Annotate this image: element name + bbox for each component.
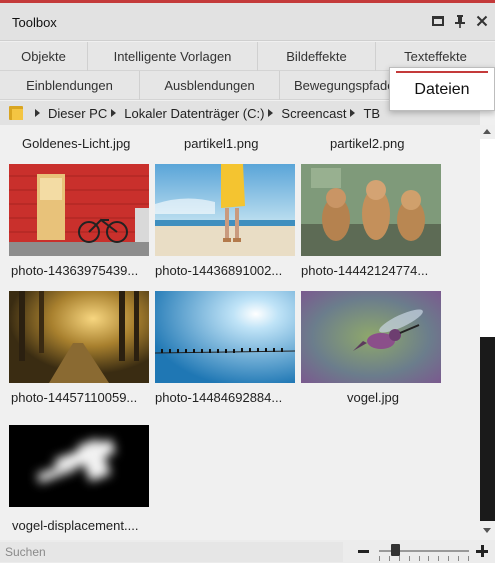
breadcrumb-item[interactable]: TB bbox=[363, 106, 380, 121]
close-icon[interactable] bbox=[475, 14, 489, 28]
window-title: Toolbox bbox=[12, 15, 57, 30]
scroll-down-icon[interactable] bbox=[483, 528, 491, 533]
vertical-scrollbar[interactable] bbox=[480, 125, 495, 540]
file-item[interactable]: photo-14436891002... bbox=[155, 164, 295, 282]
tab-bewegungspfade[interactable]: Bewegungspfade bbox=[280, 71, 390, 100]
breadcrumb-item[interactable]: Dieser PC bbox=[48, 106, 107, 121]
thumbnail-blurred-displacement[interactable] bbox=[9, 425, 149, 507]
pin-icon[interactable] bbox=[453, 14, 467, 28]
thumbnail-hummingbird[interactable] bbox=[301, 291, 441, 383]
file-name[interactable]: vogel-displacement.... bbox=[12, 518, 156, 533]
folder-icon[interactable] bbox=[9, 106, 23, 120]
scroll-thumb[interactable] bbox=[480, 337, 495, 521]
breadcrumb-item[interactable]: Lokaler Datenträger (C:) bbox=[124, 106, 264, 121]
file-name-partial[interactable]: partikel2.png bbox=[330, 136, 404, 151]
active-tab-indicator bbox=[396, 71, 488, 73]
tab-ausblendungen[interactable]: Ausblendungen bbox=[140, 71, 280, 100]
file-name-partial[interactable]: Goldenes-Licht.jpg bbox=[22, 136, 130, 151]
scroll-up-icon[interactable] bbox=[483, 129, 491, 134]
maximize-icon[interactable] bbox=[431, 14, 445, 28]
tab-dateien[interactable]: Dateien bbox=[390, 81, 494, 99]
file-item[interactable]: photo-14363975439... bbox=[9, 164, 149, 282]
scroll-track[interactable] bbox=[480, 139, 495, 337]
zoom-in-icon[interactable] bbox=[476, 545, 488, 557]
thumbnail-birds-on-wire-sky[interactable] bbox=[155, 291, 295, 383]
tab-dateien-popup[interactable]: Dateien bbox=[389, 67, 495, 111]
tab-einblendungen[interactable]: Einblendungen bbox=[0, 71, 140, 100]
title-bar: Toolbox bbox=[0, 3, 495, 41]
file-item[interactable]: photo-14484692884... bbox=[155, 291, 295, 409]
file-name[interactable]: photo-14484692884... bbox=[155, 390, 299, 405]
file-name-partial[interactable]: partikel1.png bbox=[184, 136, 258, 151]
file-item[interactable]: vogel.jpg bbox=[301, 291, 441, 409]
thumbnail-beach-yellow-dress[interactable] bbox=[155, 164, 295, 256]
tab-intelligente-vorlagen[interactable]: Intelligente Vorlagen bbox=[88, 42, 258, 71]
file-item[interactable]: photo-14457110059... bbox=[9, 291, 149, 409]
file-name[interactable]: photo-14442124774... bbox=[301, 263, 445, 278]
bottom-bar bbox=[0, 540, 495, 563]
file-item[interactable]: vogel-displacement.... bbox=[9, 425, 149, 540]
chevron-right-icon[interactable] bbox=[350, 109, 356, 117]
chevron-right-icon[interactable] bbox=[35, 109, 40, 117]
zoom-slider-handle[interactable] bbox=[390, 544, 400, 556]
thumbnail-red-wall-bicycle[interactable] bbox=[9, 164, 149, 256]
file-name[interactable]: photo-14436891002... bbox=[155, 263, 299, 278]
chevron-right-icon[interactable] bbox=[268, 109, 274, 117]
zoom-out-icon[interactable] bbox=[358, 550, 369, 553]
tab-bildeffekte[interactable]: Bildeffekte bbox=[258, 42, 376, 71]
chevron-right-icon[interactable] bbox=[111, 109, 117, 117]
file-name[interactable]: photo-14457110059... bbox=[11, 390, 155, 405]
tab-objekte[interactable]: Objekte bbox=[0, 42, 88, 71]
file-name[interactable]: vogel.jpg bbox=[301, 390, 445, 405]
zoom-ticks bbox=[379, 556, 469, 561]
file-item[interactable]: photo-14442124774... bbox=[301, 164, 441, 282]
thumbnail-three-puppies[interactable] bbox=[301, 164, 441, 256]
breadcrumb-item[interactable]: Screencast bbox=[281, 106, 346, 121]
thumbnail-forest-sunlight-path[interactable] bbox=[9, 291, 149, 383]
file-grid: Goldenes-Licht.jpg partikel1.png partike… bbox=[0, 127, 480, 540]
file-name[interactable]: photo-14363975439... bbox=[11, 263, 155, 278]
search-input[interactable] bbox=[0, 542, 343, 562]
